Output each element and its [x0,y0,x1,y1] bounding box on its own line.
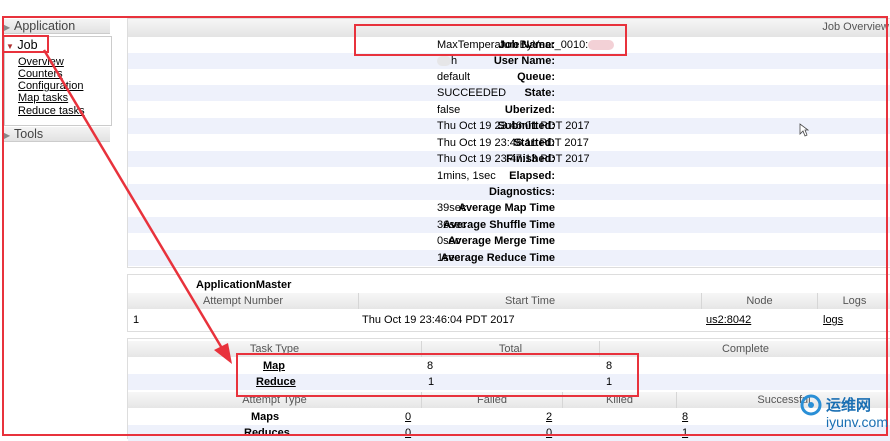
watermark-cn: 运维网 [826,397,872,414]
watermark: 运维网 iyunv.com [800,390,888,436]
annotation-arrow-icon [42,49,232,364]
watermark-logo-icon [800,394,822,416]
watermark-url: iyunv.com [826,414,888,430]
